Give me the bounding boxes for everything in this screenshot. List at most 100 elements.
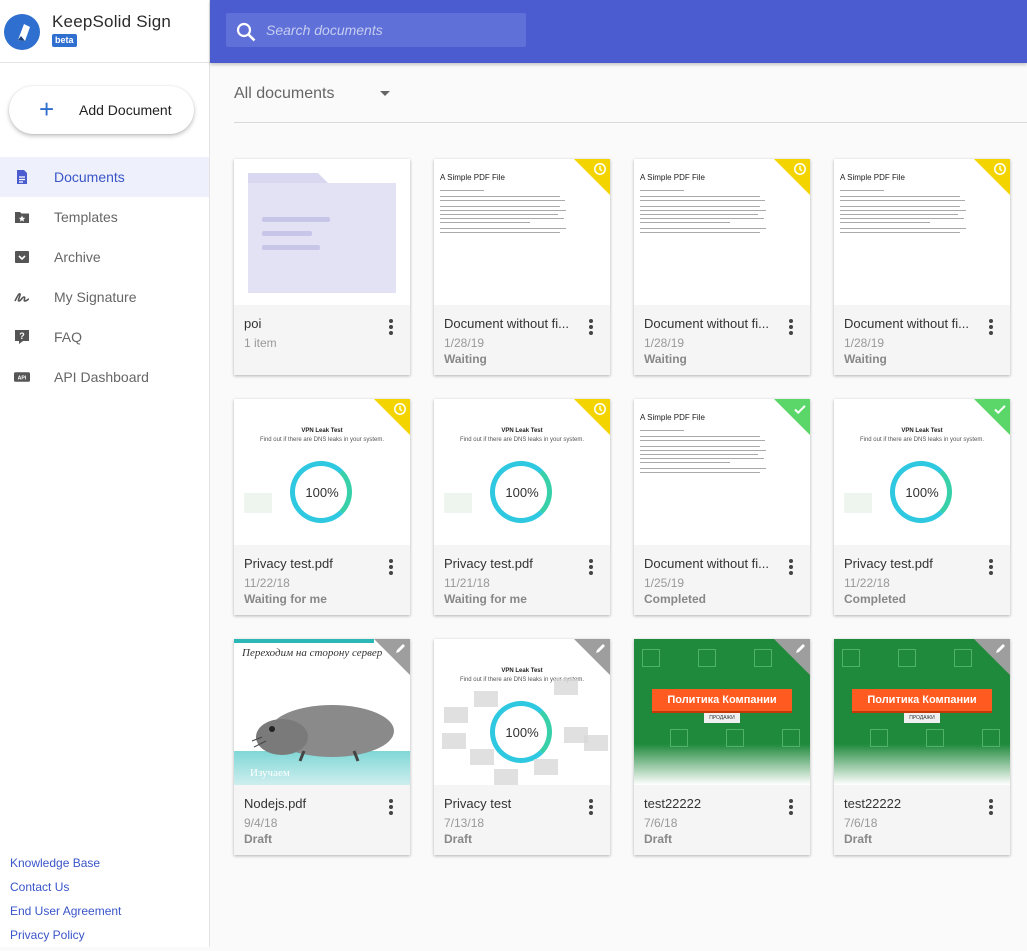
- document-thumbnail[interactable]: Политика Компании ПРОДАЖИ: [834, 639, 1010, 785]
- card-status: Waiting for me: [444, 592, 527, 606]
- sidebar-item-archive[interactable]: Archive: [0, 237, 209, 277]
- top-bar: [210, 0, 1027, 63]
- document-thumbnail[interactable]: A Simple PDF File: [834, 159, 1010, 305]
- more-vert-icon[interactable]: [784, 797, 798, 817]
- card-date: 1 item: [244, 336, 277, 350]
- document-card[interactable]: Политика Компании ПРОДАЖИ test22222 7/6/18 D…: [834, 639, 1010, 855]
- sidebar-item-templates[interactable]: Templates: [0, 197, 209, 237]
- pdf-text-line: [840, 190, 884, 191]
- pdf-text-line: [640, 214, 758, 215]
- template-icon: [15, 212, 29, 223]
- pdf-text-line: [640, 454, 758, 455]
- more-vert-icon[interactable]: [584, 317, 598, 337]
- pattern-tile: [870, 729, 888, 747]
- document-card[interactable]: Политика Компании ПРОДАЖИ test22222 7/6/18 D…: [634, 639, 810, 855]
- keepsolid-logo-icon: [4, 14, 40, 50]
- folder-icon: [248, 173, 396, 293]
- svg-text:?: ?: [19, 331, 25, 341]
- document-card[interactable]: A Simple PDF File Document without fi... 1…: [634, 399, 810, 615]
- document-thumbnail[interactable]: A Simple PDF File: [634, 399, 810, 545]
- app-name: KeepSolid Sign: [52, 12, 172, 31]
- pattern-tile: [954, 649, 972, 667]
- card-title: Privacy test.pdf: [444, 556, 533, 571]
- banner-text: Политика Компании: [667, 694, 777, 706]
- card-status: Draft: [444, 832, 473, 846]
- more-vert-icon[interactable]: [784, 557, 798, 577]
- pdf-text-line: [640, 436, 760, 437]
- document-thumbnail[interactable]: VPN Leak Test Find out if there are DNS l…: [834, 399, 1010, 545]
- document-card[interactable]: A Simple PDF File Document without fi... 1…: [634, 159, 810, 375]
- card-status: Completed: [844, 592, 907, 606]
- document-thumbnail[interactable]: [234, 159, 410, 305]
- search-icon[interactable]: [235, 21, 257, 43]
- pdf-text-line: [840, 206, 960, 207]
- document-card[interactable]: VPN Leak Test Find out if there are DNS l…: [434, 399, 610, 615]
- filter-label: All documents: [234, 85, 335, 102]
- card-title: Privacy test.pdf: [844, 556, 933, 571]
- card-status: Waiting: [844, 352, 887, 366]
- document-card[interactable]: VPN Leak Test Find out if there are DNS l…: [234, 399, 410, 615]
- sidebar-item-my-signature[interactable]: My Signature: [0, 277, 209, 317]
- document-card[interactable]: A Simple PDF File Document without fi... 1…: [434, 159, 610, 375]
- pencil-icon: [796, 644, 805, 653]
- more-vert-icon[interactable]: [784, 317, 798, 337]
- more-vert-icon[interactable]: [584, 797, 598, 817]
- pdf-text-line: [840, 196, 960, 197]
- pdf-text-line: [640, 440, 765, 441]
- document-card[interactable]: VPN Leak Test Find out if there are DNS l…: [834, 399, 1010, 615]
- document-thumbnail[interactable]: VPN Leak Test Find out if there are DNS l…: [434, 399, 610, 545]
- app-logo[interactable]: KeepSolid Sign beta: [0, 0, 209, 63]
- contact-us-link[interactable]: Contact Us: [10, 879, 121, 903]
- card-title: Document without fi...: [444, 316, 569, 331]
- sidebar-item-api-dashboard[interactable]: API API Dashboard: [0, 357, 209, 397]
- more-vert-icon[interactable]: [584, 557, 598, 577]
- sidebar-item-label: FAQ: [54, 329, 83, 345]
- pdf-text-line: [840, 218, 964, 219]
- pattern-tile: [782, 729, 800, 747]
- pattern-tile: [642, 649, 660, 667]
- more-vert-icon[interactable]: [384, 557, 398, 577]
- sidebar-item-documents[interactable]: Documents: [0, 157, 209, 197]
- sidebar: KeepSolid Sign beta + Add Document Docum…: [0, 0, 210, 947]
- document-card[interactable]: Переходим на сторону сервер Изучаем Nodejs…: [234, 639, 410, 855]
- document-card[interactable]: A Simple PDF File Document without fi... 1…: [834, 159, 1010, 375]
- document-thumbnail[interactable]: A Simple PDF File: [634, 159, 810, 305]
- document-thumbnail[interactable]: VPN Leak Test Find out if there are DNS l…: [234, 399, 410, 545]
- overlay-block: [494, 769, 518, 785]
- pdf-text-line: [640, 196, 760, 197]
- pdf-text-line: [640, 450, 766, 451]
- clock-icon: [994, 163, 1006, 175]
- card-date: 7/13/18: [444, 816, 485, 830]
- sidebar-item-label: API Dashboard: [54, 369, 149, 385]
- sidebar-item-faq[interactable]: ? FAQ: [0, 317, 209, 357]
- folder-card[interactable]: poi 1 item: [234, 159, 410, 375]
- document-thumbnail[interactable]: Политика Компании ПРОДАЖИ: [634, 639, 810, 785]
- end-user-agreement-link[interactable]: End User Agreement: [10, 903, 121, 927]
- pencil-icon: [996, 644, 1005, 653]
- more-vert-icon[interactable]: [984, 797, 998, 817]
- document-thumbnail[interactable]: VPN Leak Test Find out if there are DNS l…: [434, 639, 610, 785]
- card-title: Privacy test: [444, 796, 512, 811]
- document-thumbnail[interactable]: A Simple PDF File: [434, 159, 610, 305]
- document-thumbnail[interactable]: Переходим на сторону сервер Изучаем: [234, 639, 410, 785]
- privacy-policy-link[interactable]: Privacy Policy: [10, 927, 121, 951]
- more-vert-icon[interactable]: [384, 317, 398, 337]
- pdf-thumb-title: A Simple PDF File: [840, 173, 905, 182]
- document-card[interactable]: VPN Leak Test Find out if there are DNS l…: [434, 639, 610, 855]
- knowledge-base-link[interactable]: Knowledge Base: [10, 855, 121, 879]
- pdf-text-line: [640, 468, 766, 469]
- card-date: 1/25/19: [644, 576, 685, 590]
- pattern-tile: [670, 729, 688, 747]
- documents-filter-dropdown[interactable]: All documents: [234, 84, 1027, 123]
- card-date: 11/21/18: [444, 576, 490, 590]
- pdf-text-line: [640, 228, 766, 229]
- clock-icon: [794, 163, 806, 175]
- pdf-text-line: [440, 206, 560, 207]
- search-input[interactable]: [266, 13, 516, 47]
- card-title: test22222: [844, 796, 902, 811]
- more-vert-icon[interactable]: [984, 557, 998, 577]
- more-vert-icon[interactable]: [984, 317, 998, 337]
- pdf-text-line: [440, 232, 560, 233]
- add-document-button[interactable]: + Add Document: [9, 86, 194, 134]
- more-vert-icon[interactable]: [384, 797, 398, 817]
